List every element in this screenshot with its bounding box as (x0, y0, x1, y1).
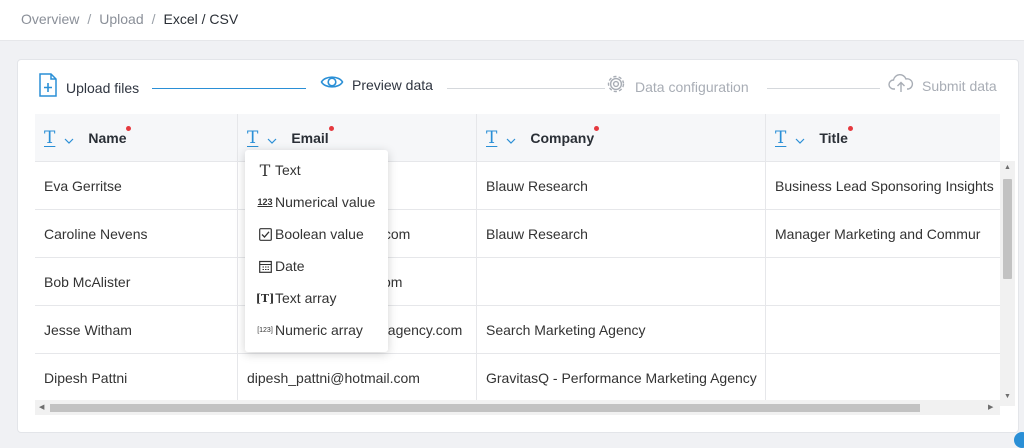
scrollbar-thumb[interactable] (50, 404, 920, 412)
column-name: Name (88, 129, 127, 146)
preview-table: T Name T Email T Company T Title Eva Ger… (35, 114, 1000, 400)
option-label: Text (275, 162, 301, 178)
table-row: Eva Gerritse n Blauw Research Business L… (35, 162, 1000, 210)
column-name: Company (530, 129, 595, 146)
required-indicator (126, 125, 132, 131)
table-cell: Blauw Research (477, 210, 766, 257)
chevron-down-icon (506, 131, 516, 147)
scroll-down-icon[interactable]: ▼ (1004, 393, 1011, 401)
table-row: Jesse Witham gagency.com Search Marketin… (35, 306, 1000, 354)
type-option-date[interactable]: Date (257, 258, 305, 274)
column-type-select[interactable]: T (247, 128, 277, 148)
cloud-upload-icon (888, 73, 914, 98)
column-header-company: T Company (477, 114, 766, 161)
required-indicator (847, 125, 853, 131)
column-header-name: T Name (35, 114, 238, 161)
vertical-scrollbar[interactable]: ▲ ▼ (1000, 161, 1015, 406)
required-indicator (328, 125, 334, 131)
option-label: Date (275, 258, 305, 274)
table-cell: Business Lead Sponsoring Insights (775, 177, 994, 194)
top-bar: Overview / Upload / Excel / CSV (0, 0, 1024, 41)
type-option-boolean[interactable]: Boolean value (257, 226, 364, 242)
table-cell (477, 258, 766, 305)
table-cell: dipesh_pattni@hotmail.com (238, 354, 477, 400)
breadcrumb-separator: / (151, 11, 156, 27)
text-array-icon: [T] (255, 291, 275, 305)
numeric-array-icon: [123] (257, 326, 273, 334)
breadcrumb-separator: / (87, 11, 92, 27)
type-option-text-array[interactable]: [T] Text array (255, 290, 337, 306)
numeric-123-icon: 123 (257, 197, 273, 207)
text-type-icon: T (486, 127, 498, 148)
step-upload-files[interactable]: Upload files (38, 73, 139, 102)
breadcrumb-upload[interactable]: Upload (99, 11, 143, 27)
step-connector (447, 88, 605, 89)
breadcrumb-overview[interactable]: Overview (21, 11, 79, 27)
table-cell: Manager Marketing and Commur (775, 225, 981, 242)
breadcrumb: Overview / Upload / Excel / CSV (21, 11, 238, 27)
column-type-select[interactable]: T (44, 128, 74, 148)
table-cell: Caroline Nevens (35, 210, 238, 257)
chevron-down-icon (267, 131, 277, 147)
step-connector (767, 88, 880, 89)
option-label: Numeric array (275, 322, 363, 338)
required-indicator (594, 125, 600, 131)
text-type-icon: T (247, 127, 259, 148)
calendar-icon (257, 258, 273, 274)
table-cell (766, 306, 1000, 353)
scroll-up-icon[interactable]: ▲ (1004, 164, 1011, 172)
scroll-right-icon[interactable]: ▶ (988, 404, 993, 412)
file-upload-icon (38, 73, 58, 102)
table-cell: GravitasQ - Performance Marketing Agency (477, 354, 766, 400)
gear-icon (605, 73, 627, 100)
step-label: Preview data (352, 76, 433, 93)
eye-icon (320, 73, 344, 96)
text-type-icon: T (259, 160, 271, 180)
table-row: Caroline Nevens v.com Blauw Research Man… (35, 210, 1000, 258)
option-label: Text array (275, 290, 337, 306)
table-cell: Bob McAlister (35, 258, 238, 305)
horizontal-scrollbar[interactable]: ◀ ▶ (35, 400, 1000, 415)
table-cell: Dipesh Pattni (35, 354, 238, 400)
step-label: Submit data (922, 77, 997, 94)
table-header: T Name T Email T Company T Title (35, 114, 1000, 162)
table-cell: Blauw Research (477, 162, 766, 209)
checkbox-icon (257, 226, 273, 242)
table-row: Dipesh Pattni dipesh_pattni@hotmail.com … (35, 354, 1000, 400)
table-cell (766, 354, 1000, 400)
table-cell (766, 258, 1000, 305)
chevron-down-icon (795, 131, 805, 147)
table-cell: Search Marketing Agency (477, 306, 766, 353)
help-button[interactable] (1014, 432, 1024, 448)
column-type-select[interactable]: T (486, 128, 516, 148)
type-option-text[interactable]: T Text (257, 160, 301, 180)
column-type-dropdown: T Text 123 Numerical value Boolean value… (245, 150, 388, 352)
option-label: Numerical value (275, 194, 376, 210)
column-type-select[interactable]: T (775, 128, 805, 148)
option-label: Boolean value (275, 226, 364, 242)
type-option-numerical[interactable]: 123 Numerical value (257, 194, 375, 210)
breadcrumb-current: Excel / CSV (163, 11, 239, 27)
step-label: Data configuration (635, 78, 749, 95)
column-name: Title (819, 129, 848, 146)
scroll-left-icon[interactable]: ◀ (39, 404, 44, 412)
step-label: Upload files (66, 79, 140, 96)
table-row: Bob McAlister om (35, 258, 1000, 306)
type-option-numeric-array[interactable]: [123] Numeric array (257, 322, 363, 338)
table-cell: Jesse Witham (35, 306, 238, 353)
step-submit-data[interactable]: Submit data (888, 73, 997, 98)
table-cell: Eva Gerritse (35, 162, 238, 209)
column-name: Email (291, 129, 329, 146)
text-type-icon: T (775, 127, 787, 148)
step-connector (152, 88, 306, 89)
step-preview-data[interactable]: Preview data (320, 73, 433, 96)
column-header-title: T Title (766, 114, 1000, 161)
text-type-icon: T (44, 127, 56, 148)
import-card: Upload files Preview data Data configura… (17, 59, 1019, 433)
stepper: Upload files Preview data Data configura… (18, 60, 1018, 116)
scrollbar-thumb[interactable] (1003, 179, 1012, 279)
step-data-configuration[interactable]: Data configuration (605, 73, 749, 100)
chevron-down-icon (64, 131, 74, 147)
